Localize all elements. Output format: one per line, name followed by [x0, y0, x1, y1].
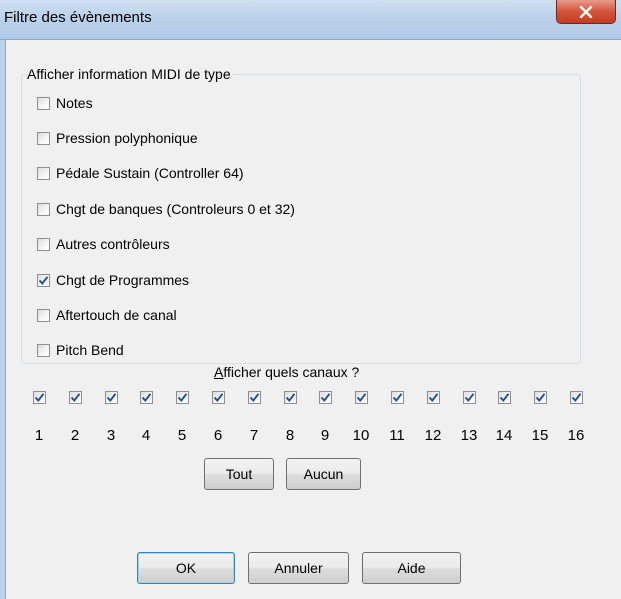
cancel-button[interactable]: Annuler: [248, 552, 349, 584]
checkbox-channel-aftertouch[interactable]: Aftertouch de canal: [37, 305, 177, 325]
check-icon: [34, 393, 45, 402]
checkbox-box[interactable]: [37, 343, 50, 357]
check-icon: [428, 393, 439, 402]
checkbox-box[interactable]: [37, 202, 50, 216]
channel-number: 1: [34, 427, 44, 444]
channel-number: 14: [495, 427, 513, 444]
checkbox-box[interactable]: [37, 166, 50, 180]
checkbox-label: Aftertouch de canal: [56, 307, 177, 323]
check-icon: [70, 393, 81, 402]
checkbox-notes[interactable]: Notes: [37, 93, 93, 113]
channel-number: 3: [106, 427, 116, 444]
all-button[interactable]: Tout: [204, 458, 274, 490]
channel-checkbox[interactable]: [391, 391, 404, 404]
checkbox-box[interactable]: [37, 308, 50, 322]
checkbox-box[interactable]: [37, 237, 50, 251]
checkbox-other-controllers[interactable]: Autres contrôleurs: [37, 234, 170, 254]
window-title: Filtre des évènements: [4, 9, 152, 26]
channel-checkbox[interactable]: [319, 391, 332, 404]
check-icon: [249, 393, 260, 402]
channel-checkbox[interactable]: [570, 391, 583, 404]
close-button[interactable]: [556, 0, 616, 24]
check-icon: [464, 393, 475, 402]
channel-checkbox[interactable]: [140, 391, 153, 404]
channel-checkbox[interactable]: [498, 391, 511, 404]
check-icon: [320, 393, 331, 402]
checkbox-box[interactable]: [37, 131, 50, 145]
channel-checkbox[interactable]: [33, 391, 46, 404]
check-icon: [535, 393, 546, 402]
checkbox-program-change[interactable]: Chgt de Programmes: [37, 270, 189, 290]
channel-checkbox[interactable]: [284, 391, 297, 404]
channel-number: 12: [424, 427, 442, 444]
checkbox-label: Chgt de banques (Controleurs 0 et 32): [56, 201, 295, 217]
checkbox-label: Pédale Sustain (Controller 64): [56, 165, 244, 181]
checkbox-label: Notes: [56, 95, 93, 111]
channel-number: 10: [352, 427, 370, 444]
channels-title-accelerator: A: [214, 364, 224, 380]
channel-number: 7: [249, 427, 259, 444]
channel-checkbox[interactable]: [69, 391, 82, 404]
check-icon: [356, 393, 367, 402]
channel-number: 16: [567, 427, 585, 444]
channel-number: 4: [141, 427, 151, 444]
channel-checkbox[interactable]: [427, 391, 440, 404]
check-icon: [499, 393, 510, 402]
midi-type-legend: Afficher information MIDI de type: [27, 66, 231, 82]
checkbox-box[interactable]: [37, 96, 50, 110]
channel-checkbox[interactable]: [176, 391, 189, 404]
channel-checkbox[interactable]: [248, 391, 261, 404]
checkbox-bank-change[interactable]: Chgt de banques (Controleurs 0 et 32): [37, 199, 295, 219]
checkbox-label: Pression polyphonique: [56, 130, 198, 146]
checkbox-box[interactable]: [37, 273, 50, 287]
check-icon: [213, 393, 224, 402]
none-button[interactable]: Aucun: [286, 458, 361, 490]
channel-number: 5: [177, 427, 187, 444]
midi-type-group: Afficher information MIDI de type Notes …: [21, 66, 581, 364]
channel-checkbox[interactable]: [463, 391, 476, 404]
channel-number: 9: [320, 427, 330, 444]
title-bar: Filtre des évènements: [0, 0, 621, 40]
checkbox-sustain-pedal[interactable]: Pédale Sustain (Controller 64): [37, 163, 244, 183]
channels-title-text: fficher quels canaux ?: [223, 364, 360, 380]
check-icon: [141, 393, 152, 402]
check-icon: [392, 393, 403, 402]
channel-number: 6: [213, 427, 223, 444]
channels-title: Afficher quels canaux ?: [214, 364, 359, 380]
close-icon: [579, 5, 593, 18]
channel-number: 13: [460, 427, 478, 444]
checkbox-polyphonic-pressure[interactable]: Pression polyphonique: [37, 128, 198, 148]
channel-checkbox[interactable]: [355, 391, 368, 404]
check-icon: [571, 393, 582, 402]
check-icon: [285, 393, 296, 402]
ok-button[interactable]: OK: [137, 552, 235, 584]
checkbox-pitch-bend[interactable]: Pitch Bend: [37, 340, 124, 360]
channel-number: 2: [70, 427, 80, 444]
check-icon: [38, 275, 49, 285]
channel-number: 11: [389, 427, 405, 444]
channel-checkbox[interactable]: [534, 391, 547, 404]
check-icon: [177, 393, 188, 402]
checkbox-label: Pitch Bend: [56, 342, 124, 358]
channel-number: 8: [285, 427, 295, 444]
channel-checkbox[interactable]: [105, 391, 118, 404]
channel-checkbox[interactable]: [212, 391, 225, 404]
checkbox-label: Chgt de Programmes: [56, 272, 190, 288]
checkbox-label: Autres contrôleurs: [56, 236, 170, 252]
dialog-body: Afficher information MIDI de type Notes …: [6, 40, 621, 599]
channel-number: 15: [531, 427, 549, 444]
help-button[interactable]: Aide: [362, 552, 461, 584]
check-icon: [106, 393, 117, 402]
